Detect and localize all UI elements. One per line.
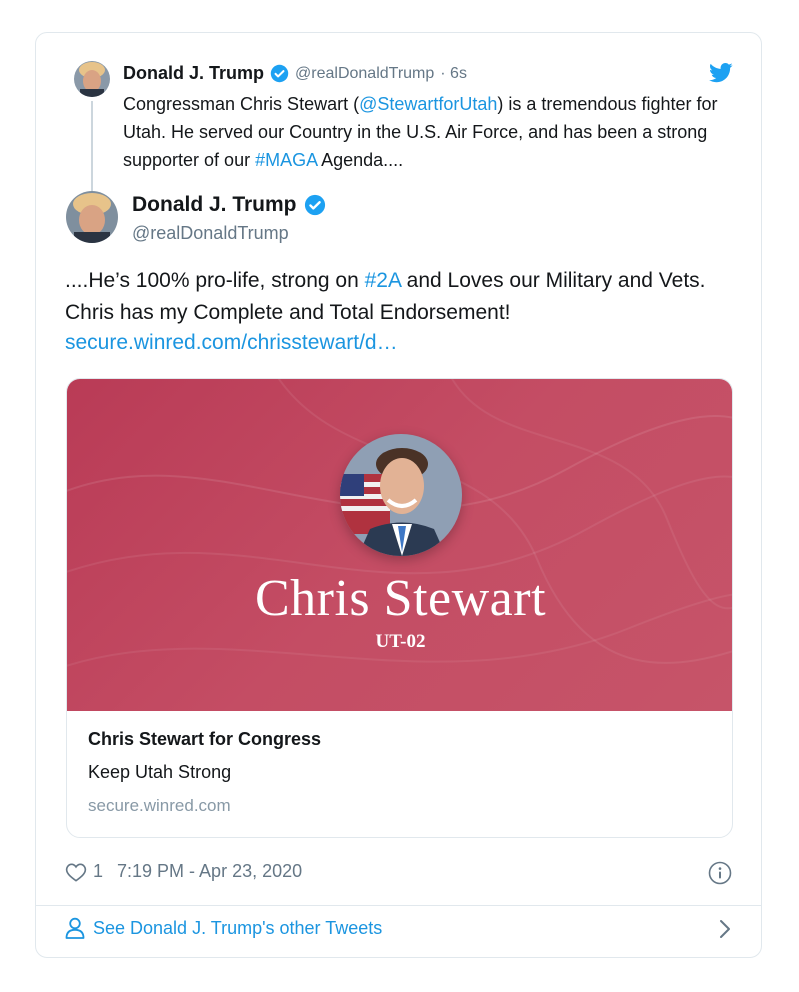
- embedded-tweet-card: Donald J. Trump @realDonaldTrump · 6s Co…: [35, 32, 762, 958]
- footer-divider: [36, 905, 761, 906]
- card-image-district: UT-02: [375, 631, 426, 652]
- author-name-row: Donald J. Trump: [132, 193, 326, 217]
- quoted-text-part: Congressman Chris Stewart (: [123, 94, 360, 114]
- mention-link[interactable]: @StewartforUtah: [359, 94, 497, 114]
- author-handle[interactable]: @realDonaldTrump: [132, 223, 289, 244]
- info-icon[interactable]: [708, 861, 732, 890]
- link-preview-title[interactable]: Chris Stewart for Congress: [88, 729, 321, 762]
- see-other-tweets-label[interactable]: See Donald J. Trump's other Tweets: [93, 918, 382, 939]
- quoted-author-handle[interactable]: @realDonaldTrump: [295, 65, 434, 83]
- author-name[interactable]: Donald J. Trump: [132, 193, 297, 217]
- chevron-right-icon[interactable]: [719, 919, 731, 944]
- verified-badge-icon: [304, 194, 326, 216]
- like-count[interactable]: 1: [93, 861, 103, 882]
- tweet-timestamp[interactable]: 7:19 PM - Apr 23, 2020: [117, 861, 302, 882]
- heart-icon[interactable]: [65, 862, 87, 882]
- quoted-author-name[interactable]: Donald J. Trump: [123, 63, 264, 84]
- link-preview-image[interactable]: Chris Stewart UT-02: [67, 379, 732, 711]
- card-image-name: Chris Stewart: [254, 570, 547, 627]
- tweet-text-part: ....He’s 100% pro-life, strong on: [65, 269, 365, 292]
- link-preview-meta: Chris Stewart for Congress Keep Utah Str…: [88, 729, 321, 816]
- hashtag-link[interactable]: #MAGA: [255, 150, 317, 170]
- author-avatar[interactable]: [66, 191, 118, 243]
- twitter-bird-icon[interactable]: [709, 63, 733, 88]
- quoted-tweet-text: Congressman Chris Stewart (@StewartforUt…: [123, 90, 733, 174]
- tweet-stats-row: 1 7:19 PM - Apr 23, 2020: [65, 861, 302, 882]
- link-preview-domain: secure.winred.com: [88, 796, 231, 815]
- link-preview-card[interactable]: Chris Stewart UT-02 Chris Stewart for Co…: [66, 378, 733, 838]
- quoted-author-avatar[interactable]: [74, 61, 110, 97]
- hashtag-link[interactable]: #2A: [365, 269, 401, 292]
- person-icon: [65, 917, 85, 939]
- tweet-text: ....He’s 100% pro-life, strong on #2A an…: [65, 265, 735, 329]
- tweet-url-link[interactable]: secure.winred.com/chrisstewart/d…: [65, 331, 398, 355]
- quoted-timestamp[interactable]: · 6s: [440, 65, 467, 83]
- quoted-tweet-header: Donald J. Trump @realDonaldTrump · 6s: [123, 63, 467, 84]
- link-preview-description: Keep Utah Strong: [88, 762, 232, 782]
- quoted-text-part: Agenda....: [317, 150, 404, 170]
- verified-badge-icon: [270, 64, 289, 83]
- see-other-tweets-link[interactable]: See Donald J. Trump's other Tweets: [65, 917, 382, 939]
- candidate-portrait: [340, 434, 462, 556]
